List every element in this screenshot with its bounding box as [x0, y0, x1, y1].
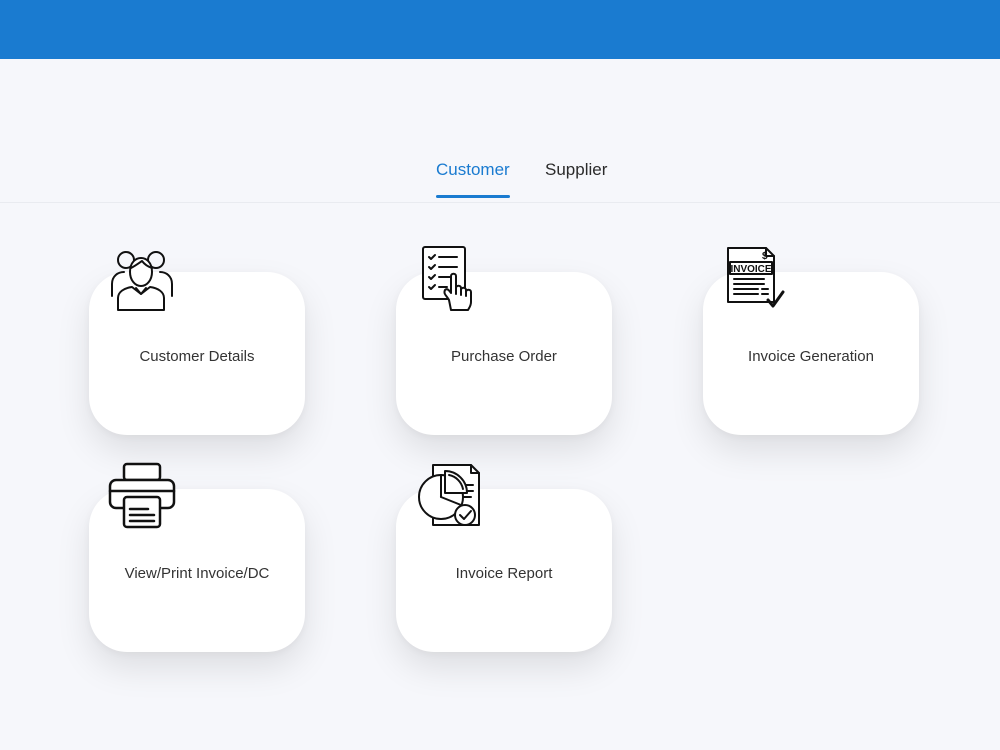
- view-print-invoice-label: View/Print Invoice/DC: [124, 565, 270, 582]
- invoice-icon: $ INVOICE: [720, 244, 792, 316]
- invoice-generation-label: Invoice Generation: [748, 348, 874, 365]
- invoice-dollar-sign: $: [762, 251, 768, 262]
- tab-customer[interactable]: Customer: [436, 160, 510, 198]
- printer-icon: [106, 461, 178, 533]
- customers-icon: [106, 244, 178, 316]
- purchase-order-label: Purchase Order: [451, 348, 557, 365]
- invoice-word: INVOICE: [730, 264, 771, 275]
- purchase-order-icon: [413, 244, 485, 316]
- top-app-bar: [0, 0, 1000, 59]
- tab-bar: Customer Supplier: [0, 150, 1000, 203]
- invoice-report-label: Invoice Report: [455, 565, 553, 582]
- tab-supplier[interactable]: Supplier: [545, 160, 607, 198]
- report-icon: [413, 461, 485, 533]
- customer-details-label: Customer Details: [139, 348, 255, 365]
